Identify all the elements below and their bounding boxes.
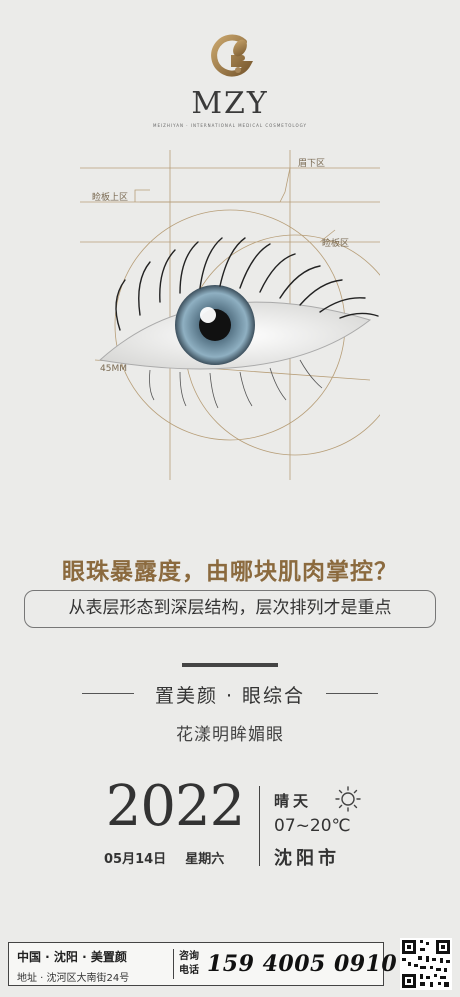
headline: 眼珠暴露度，由哪块肌肉掌控？: [62, 559, 398, 585]
zone-label-brow-lower: 眉下区: [298, 159, 326, 169]
rule-right: [326, 693, 378, 694]
date-day: 05月14日: [104, 852, 167, 867]
contact-line1: 中国 · 沈阳 · 美置颜: [17, 950, 127, 964]
contact-address: 中国 · 沈阳 · 美置颜 地址 · 沈河区大南街24号: [17, 948, 167, 984]
section-subtitle: 花漾明眸媚眼: [176, 725, 284, 745]
weather-condition: 晴天: [274, 792, 313, 810]
weather-city: 沈阳市: [274, 848, 340, 869]
subline-box: 从表层形态到深层结构，层次排列才是重点: [24, 590, 436, 628]
zone-label-upper-lid: 睑板上区: [92, 193, 129, 203]
sun-icon: [335, 786, 361, 812]
consult-label: 咨询 电话: [179, 951, 199, 976]
zone-label-measure: 45MM: [100, 364, 127, 374]
brand-logo: MZY MEIZHIYAN · INTERNATIONAL MEDICAL CO…: [0, 30, 460, 128]
weather-temp: 07~20℃: [274, 816, 351, 836]
logo-emblem-icon: [211, 34, 254, 77]
zone-label-lid-plate: 睑板区: [322, 239, 350, 249]
phone-number[interactable]: 159 4005 0910: [207, 951, 397, 977]
subline-text: 从表层形态到深层结构，层次排列才是重点: [68, 598, 392, 618]
poster: MZY MEIZHIYAN · INTERNATIONAL MEDICAL CO…: [0, 0, 460, 997]
contact-line2: 地址 · 沈河区大南街24号: [17, 973, 130, 984]
date-weekday: 星期六: [185, 852, 225, 867]
year: 2022: [105, 774, 246, 839]
qr-code-icon[interactable]: [400, 938, 452, 990]
brand-name: MZY: [191, 86, 269, 121]
brand-tagline: MEIZHIYAN · INTERNATIONAL MEDICAL COSMET…: [153, 123, 307, 128]
vertical-divider: [259, 786, 260, 866]
divider-bar: [182, 663, 278, 667]
contact-box: 中国 · 沈阳 · 美置颜 地址 · 沈河区大南街24号 咨询 电话 159 4…: [8, 942, 397, 986]
date-line: 05月14日 星期六: [104, 848, 254, 867]
section-title: 置美颜 · 眼综合: [154, 685, 306, 707]
contact-divider: [173, 949, 174, 979]
section-title-row: 置美颜 · 眼综合: [0, 681, 460, 707]
